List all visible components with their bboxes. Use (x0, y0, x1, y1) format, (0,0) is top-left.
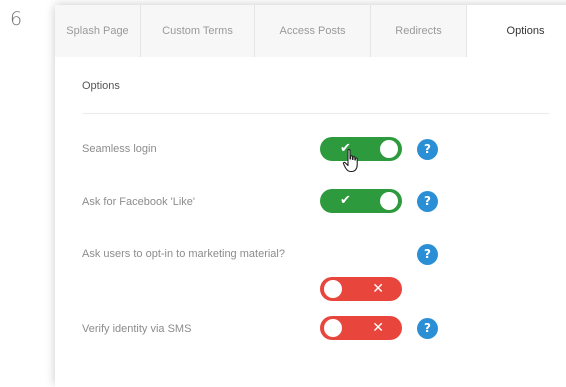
help-icon[interactable]: ? (417, 318, 438, 339)
hand-cursor-icon (342, 149, 358, 173)
check-icon: ✔ (340, 193, 351, 208)
close-icon: ✕ (372, 320, 384, 336)
step-number: 6 (10, 8, 23, 30)
tab-redirects[interactable]: Redirects (371, 5, 467, 57)
tab-custom-terms[interactable]: Custom Terms (141, 5, 255, 57)
option-label-verify-sms: Verify identity via SMS (82, 323, 192, 335)
toggle-knob (380, 192, 398, 210)
toggle-knob (324, 319, 342, 337)
verify-sms-toggle[interactable]: ✕ (320, 316, 402, 340)
section-divider (82, 113, 550, 114)
tab-bar: Splash Page Custom Terms Access Posts Re… (55, 5, 566, 58)
options-content: Options Seamless login ✔ ? Ask for Faceb… (55, 57, 566, 387)
tab-options[interactable]: Options (467, 5, 566, 57)
option-label-marketing-opt-in: Ask users to opt-in to marketing materia… (82, 248, 285, 260)
options-panel: Splash Page Custom Terms Access Posts Re… (55, 5, 566, 387)
help-icon[interactable]: ? (417, 139, 438, 160)
tab-access-posts[interactable]: Access Posts (255, 5, 371, 57)
marketing-opt-in-toggle[interactable]: ✕ (320, 277, 402, 301)
facebook-like-toggle[interactable]: ✔ (320, 189, 402, 213)
toggle-knob (324, 280, 342, 298)
close-icon: ✕ (372, 281, 384, 297)
option-label-seamless-login: Seamless login (82, 143, 157, 155)
help-icon[interactable]: ? (417, 191, 438, 212)
help-icon[interactable]: ? (417, 244, 438, 265)
tab-splash-page[interactable]: Splash Page (55, 5, 141, 57)
option-label-facebook-like: Ask for Facebook 'Like' (82, 196, 196, 208)
toggle-knob (380, 140, 398, 158)
section-title: Options (82, 80, 120, 92)
